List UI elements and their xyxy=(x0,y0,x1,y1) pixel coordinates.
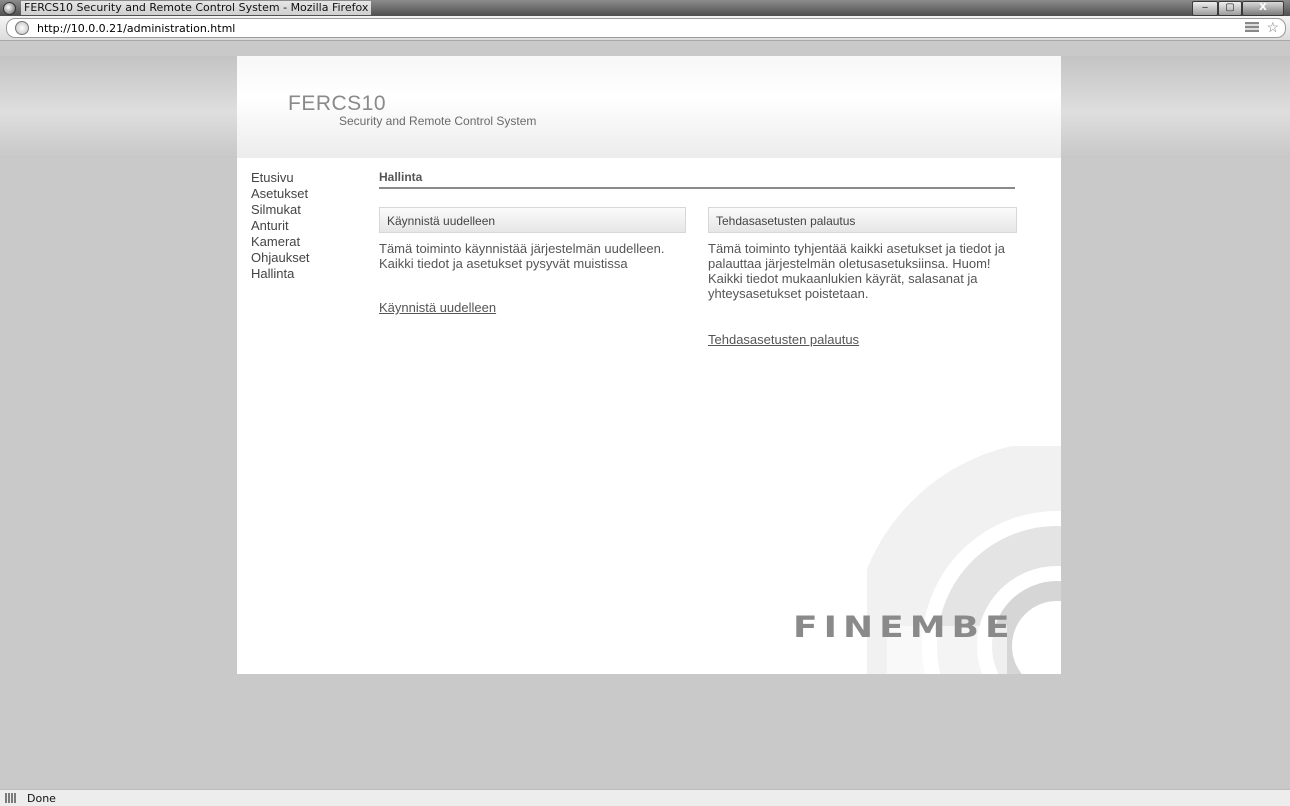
page-title: Hallinta xyxy=(379,170,1015,189)
restart-description: Tämä toiminto käynnistää järjestelmän uu… xyxy=(379,241,665,271)
window-controls: ‒ ▢ X xyxy=(1192,1,1284,16)
sidebar-item-ohjaukset[interactable]: Ohjaukset xyxy=(251,250,310,266)
bookmark-star-icon[interactable]: ☆ xyxy=(1266,19,1279,35)
restart-link[interactable]: Käynnistä uudelleen xyxy=(379,300,496,315)
navigation-toolbar: http://10.0.0.21/administration.html ☆ xyxy=(0,16,1290,41)
maximize-button[interactable]: ▢ xyxy=(1218,1,1242,16)
sidebar-item-anturit[interactable]: Anturit xyxy=(251,218,310,234)
product-logo: FERCS10 xyxy=(288,92,387,115)
url-text[interactable]: http://10.0.0.21/administration.html xyxy=(37,22,235,35)
site-identity-icon[interactable] xyxy=(15,21,29,35)
factory-reset-link[interactable]: Tehdasasetusten palautus xyxy=(708,332,859,347)
firefox-icon xyxy=(3,1,16,15)
sidebar-item-etusivu[interactable]: Etusivu xyxy=(251,170,310,186)
status-bar: Done xyxy=(0,789,1290,806)
product-subtitle: Security and Remote Control System xyxy=(339,114,537,128)
page-viewport: FERCS10 Security and Remote Control Syst… xyxy=(0,41,1290,789)
window-titlebar: FERCS10 Security and Remote Control Syst… xyxy=(0,0,1290,16)
address-bar[interactable]: http://10.0.0.21/administration.html ☆ xyxy=(6,18,1286,38)
content-panel: FERCS10 Security and Remote Control Syst… xyxy=(237,56,1061,674)
window-title: FERCS10 Security and Remote Control Syst… xyxy=(21,1,372,15)
factory-reset-heading: Tehdasasetusten palautus xyxy=(708,207,1017,233)
sidebar-nav: Etusivu Asetukset Silmukat Anturit Kamer… xyxy=(251,170,310,282)
sidebar-item-kamerat[interactable]: Kamerat xyxy=(251,234,310,250)
status-icon xyxy=(5,793,17,803)
rss-feed-icon[interactable] xyxy=(1245,22,1259,32)
close-button[interactable]: X xyxy=(1242,1,1284,16)
minimize-button[interactable]: ‒ xyxy=(1192,1,1218,16)
panel-header: FERCS10 Security and Remote Control Syst… xyxy=(237,56,1061,158)
sidebar-item-hallinta[interactable]: Hallinta xyxy=(251,266,310,282)
factory-reset-description: Tämä toiminto tyhjentää kaikki asetukset… xyxy=(708,241,1005,301)
restart-heading: Käynnistä uudelleen xyxy=(379,207,686,233)
sidebar-item-asetukset[interactable]: Asetukset xyxy=(251,186,310,202)
brand-logo: FINEMBE xyxy=(793,611,1016,645)
sidebar-item-silmukat[interactable]: Silmukat xyxy=(251,202,310,218)
status-text: Done xyxy=(27,791,56,805)
